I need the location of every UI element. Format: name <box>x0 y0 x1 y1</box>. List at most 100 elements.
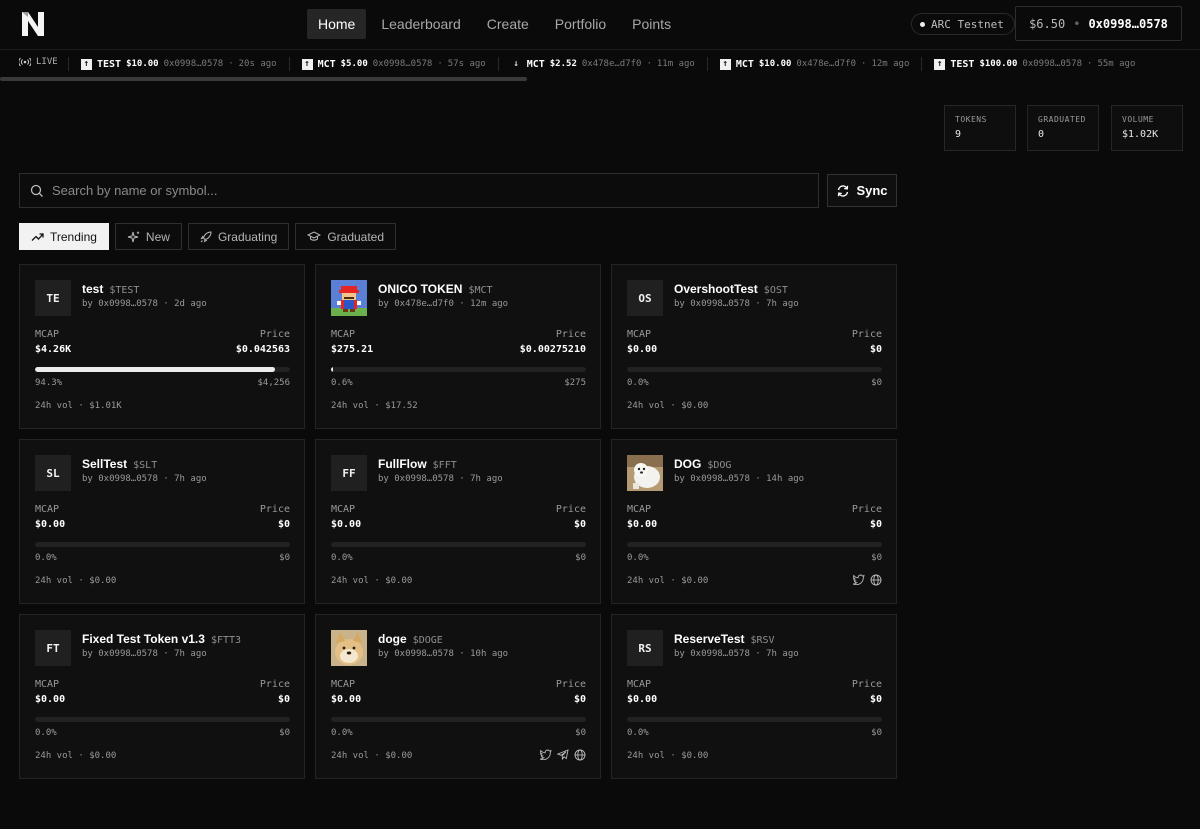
nav-create[interactable]: Create <box>476 9 540 39</box>
token-name: FullFlow <box>378 457 427 471</box>
filter-trending-label: Trending <box>50 229 97 244</box>
token-volume: 24h vol · $0.00 <box>35 576 116 586</box>
token-card[interactable]: OS OvershootTest $OST by 0x0998…0578 · 7h a… <box>611 264 897 429</box>
token-creator: 0x0998…0578 <box>690 474 750 484</box>
price-label: Price <box>851 329 882 340</box>
filter-trending[interactable]: Trending <box>19 223 109 250</box>
token-card[interactable]: ONICO TOKEN $MCT by 0x478e…d7f0 · 12m ago M… <box>315 264 601 429</box>
filter-new[interactable]: New <box>114 223 182 250</box>
graduation-cap-icon <box>307 231 322 241</box>
token-card[interactable]: DOG $DOG by 0x0998…0578 · 14h ago MCAP Price… <box>611 439 897 604</box>
token-title: ReserveTest $RSV <box>674 632 775 646</box>
filter-graduated[interactable]: Graduated <box>295 223 397 250</box>
filter-graduating[interactable]: Graduating <box>187 223 290 250</box>
progress-goal: $0 <box>575 553 586 563</box>
nav-leaderboard[interactable]: Leaderboard <box>370 9 471 39</box>
token-name: ReserveTest <box>674 632 745 646</box>
bonding-progress-bar <box>331 717 586 722</box>
sync-button[interactable]: Sync <box>827 174 897 207</box>
token-creator: 0x478e…d7f0 <box>394 299 454 309</box>
token-card[interactable]: doge $DOGE by 0x0998…0578 · 10h ago MCAP Pri… <box>315 614 601 779</box>
token-card[interactable]: SL SellTest $SLT by 0x0998…0578 · 7h ago MCA… <box>19 439 305 604</box>
stat-volume-value: $1.02K <box>1122 129 1159 140</box>
logo-icon[interactable] <box>18 9 48 39</box>
token-avatar <box>627 455 663 491</box>
token-mcap: $4.26K <box>35 344 72 355</box>
twitter-icon[interactable] <box>853 574 865 585</box>
vol-label: 24h vol <box>331 401 369 411</box>
ticker-time: 57s ago <box>447 59 486 69</box>
nav-points[interactable]: Points <box>621 9 682 39</box>
progress-percent: 0.0% <box>331 728 353 738</box>
ticker-scrollbar[interactable] <box>0 77 527 81</box>
token-volume: 24h vol · $0.00 <box>627 751 708 761</box>
token-title: test $TEST <box>82 282 139 296</box>
token-symbol: $TEST <box>109 285 140 296</box>
search-icon <box>30 184 43 197</box>
token-name: ONICO TOKEN <box>378 282 463 296</box>
token-creator: 0x0998…0578 <box>394 649 454 659</box>
ticker-item[interactable]: ↑ MCT $5.00 0x0998…0578 · 57s ago <box>288 57 498 71</box>
token-volume: 24h vol · $0.00 <box>331 751 412 761</box>
ticker-time: 12m ago <box>871 59 910 69</box>
ticker-amount: $100.00 <box>979 59 1018 69</box>
token-card[interactable]: FT Fixed Test Token v1.3 $FTT3 by 0x0998…05… <box>19 614 305 779</box>
progress-percent: 0.0% <box>627 553 649 563</box>
token-creator: 0x0998…0578 <box>98 299 158 309</box>
globe-icon[interactable] <box>870 574 882 586</box>
progress-goal: $0 <box>871 728 882 738</box>
vol-label: 24h vol <box>35 751 73 761</box>
token-card[interactable]: TE test $TEST by 0x0998…0578 · 2d ago MCAP Pr… <box>19 264 305 429</box>
ticker-item[interactable]: ↓ MCT $2.52 0x478e…d7f0 · 11m ago <box>497 57 707 71</box>
token-avatar <box>331 280 367 316</box>
network-badge[interactable]: ARC Testnet <box>911 13 1015 35</box>
progress-goal: $4,256 <box>257 378 290 388</box>
filter-graduating-label: Graduating <box>217 229 278 244</box>
dot-separator: · <box>163 299 169 309</box>
wallet-separator: • <box>1073 16 1081 31</box>
search-box[interactable] <box>19 173 819 208</box>
token-volume: 24h vol · $0.00 <box>627 401 708 411</box>
mcap-label: MCAP <box>627 329 652 340</box>
token-age: 12m ago <box>470 299 509 309</box>
token-avatar: FF <box>331 455 367 491</box>
filter-tabs: Trending New Graduating Graduated <box>19 223 397 250</box>
ticker-item[interactable]: ↑ MCT $10.00 0x478e…d7f0 · 12m ago <box>706 57 922 71</box>
mcap-label: MCAP <box>35 329 60 340</box>
by-label: by <box>82 474 93 484</box>
token-avatar: OS <box>627 280 663 316</box>
search-input[interactable] <box>52 183 752 198</box>
nav-home[interactable]: Home <box>307 9 367 39</box>
token-creator: 0x0998…0578 <box>690 649 750 659</box>
ticker-time: 11m ago <box>656 59 695 69</box>
mcap-label: MCAP <box>35 679 60 690</box>
token-age: 14h ago <box>766 474 805 484</box>
dot-separator: · <box>374 751 380 761</box>
token-card[interactable]: RS ReserveTest $RSV by 0x0998…0578 · 7h ago… <box>611 614 897 779</box>
token-creator-line: by 0x0998…0578 · 7h ago <box>82 474 207 484</box>
ticker-item[interactable]: ↑ TEST $100.00 0x0998…0578 · 55m ago <box>921 57 1147 71</box>
ticker-symbol: TEST <box>950 58 975 70</box>
dot-separator: · <box>459 299 465 309</box>
token-name: OvershootTest <box>674 282 758 296</box>
ticker-symbol: TEST <box>97 58 122 70</box>
token-mcap: $0.00 <box>627 344 658 355</box>
ticker-item[interactable]: ↑ TEST $10.00 0x0998…0578 · 20s ago <box>68 57 289 71</box>
vol-label: 24h vol <box>35 576 73 586</box>
token-name: doge <box>378 632 407 646</box>
token-card[interactable]: FF FullFlow $FFT by 0x0998…0578 · 7h ago MCA… <box>315 439 601 604</box>
globe-icon[interactable] <box>574 749 586 761</box>
mcap-label: MCAP <box>627 504 652 515</box>
twitter-icon[interactable] <box>540 749 552 760</box>
nav-portfolio[interactable]: Portfolio <box>544 9 617 39</box>
token-symbol: $FTT3 <box>210 635 242 646</box>
bonding-progress-bar <box>331 542 586 547</box>
telegram-icon[interactable] <box>557 749 569 760</box>
wallet-button[interactable]: $6.50 • 0x0998…0578 <box>1015 6 1182 41</box>
progress-percent: 94.3% <box>35 378 63 388</box>
stat-volume: VOLUME $1.02K <box>1111 105 1183 151</box>
dot-separator: · <box>78 401 84 411</box>
token-avatar <box>331 630 367 666</box>
token-mcap: $0.00 <box>627 694 658 705</box>
vol-label: 24h vol <box>627 401 665 411</box>
